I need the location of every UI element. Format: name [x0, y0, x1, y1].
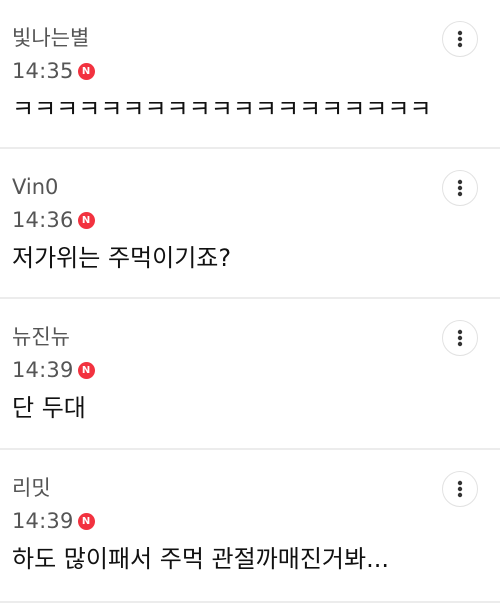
- more-options-button[interactable]: [442, 170, 478, 206]
- comment-meta: 14:35 N: [12, 57, 95, 85]
- comment-nickname[interactable]: 뉴진뉴: [12, 323, 70, 351]
- comment-item: 리밋 14:39 N 하도 많이패서 주먹 관절까매진거봐...: [0, 450, 500, 603]
- comment-time: 14:39: [12, 509, 74, 533]
- comment-text: ㅋㅋㅋㅋㅋㅋㅋㅋㅋㅋㅋㅋㅋㅋㅋㅋㅋㅋㅋ: [12, 95, 432, 123]
- new-badge-icon: N: [77, 211, 95, 229]
- comment-meta: 14:39 N: [12, 507, 95, 535]
- comment-time: 14:36: [12, 208, 74, 232]
- comment-item: 빛나는별 14:35 N ㅋㅋㅋㅋㅋㅋㅋㅋㅋㅋㅋㅋㅋㅋㅋㅋㅋㅋㅋ: [0, 0, 500, 149]
- comment-meta: 14:36 N: [12, 206, 95, 234]
- new-badge-icon: N: [77, 512, 95, 530]
- new-badge-icon: N: [77, 62, 95, 80]
- comment-list: 빛나는별 14:35 N ㅋㅋㅋㅋㅋㅋㅋㅋㅋㅋㅋㅋㅋㅋㅋㅋㅋㅋㅋ Vin0 14…: [0, 0, 500, 603]
- comment-meta: 14:39 N: [12, 356, 95, 384]
- comment-time: 14:35: [12, 59, 74, 83]
- more-options-button[interactable]: [442, 21, 478, 57]
- more-options-button[interactable]: [442, 320, 478, 356]
- comment-item: 뉴진뉴 14:39 N 단 두대: [0, 299, 500, 450]
- comment-text: 하도 많이패서 주먹 관절까매진거봐...: [12, 545, 389, 573]
- comment-text: 단 두대: [12, 394, 86, 422]
- new-badge-icon: N: [77, 361, 95, 379]
- comment-nickname[interactable]: 리밋: [12, 474, 51, 502]
- more-vertical-icon: [457, 329, 463, 347]
- more-vertical-icon: [457, 179, 463, 197]
- more-options-button[interactable]: [442, 471, 478, 507]
- comment-text: 저가위는 주먹이기죠?: [12, 244, 232, 272]
- comment-item: Vin0 14:36 N 저가위는 주먹이기죠?: [0, 149, 500, 299]
- comment-nickname[interactable]: Vin0: [12, 173, 58, 201]
- comment-nickname[interactable]: 빛나는별: [12, 24, 89, 52]
- comment-time: 14:39: [12, 358, 74, 382]
- more-vertical-icon: [457, 30, 463, 48]
- more-vertical-icon: [457, 480, 463, 498]
